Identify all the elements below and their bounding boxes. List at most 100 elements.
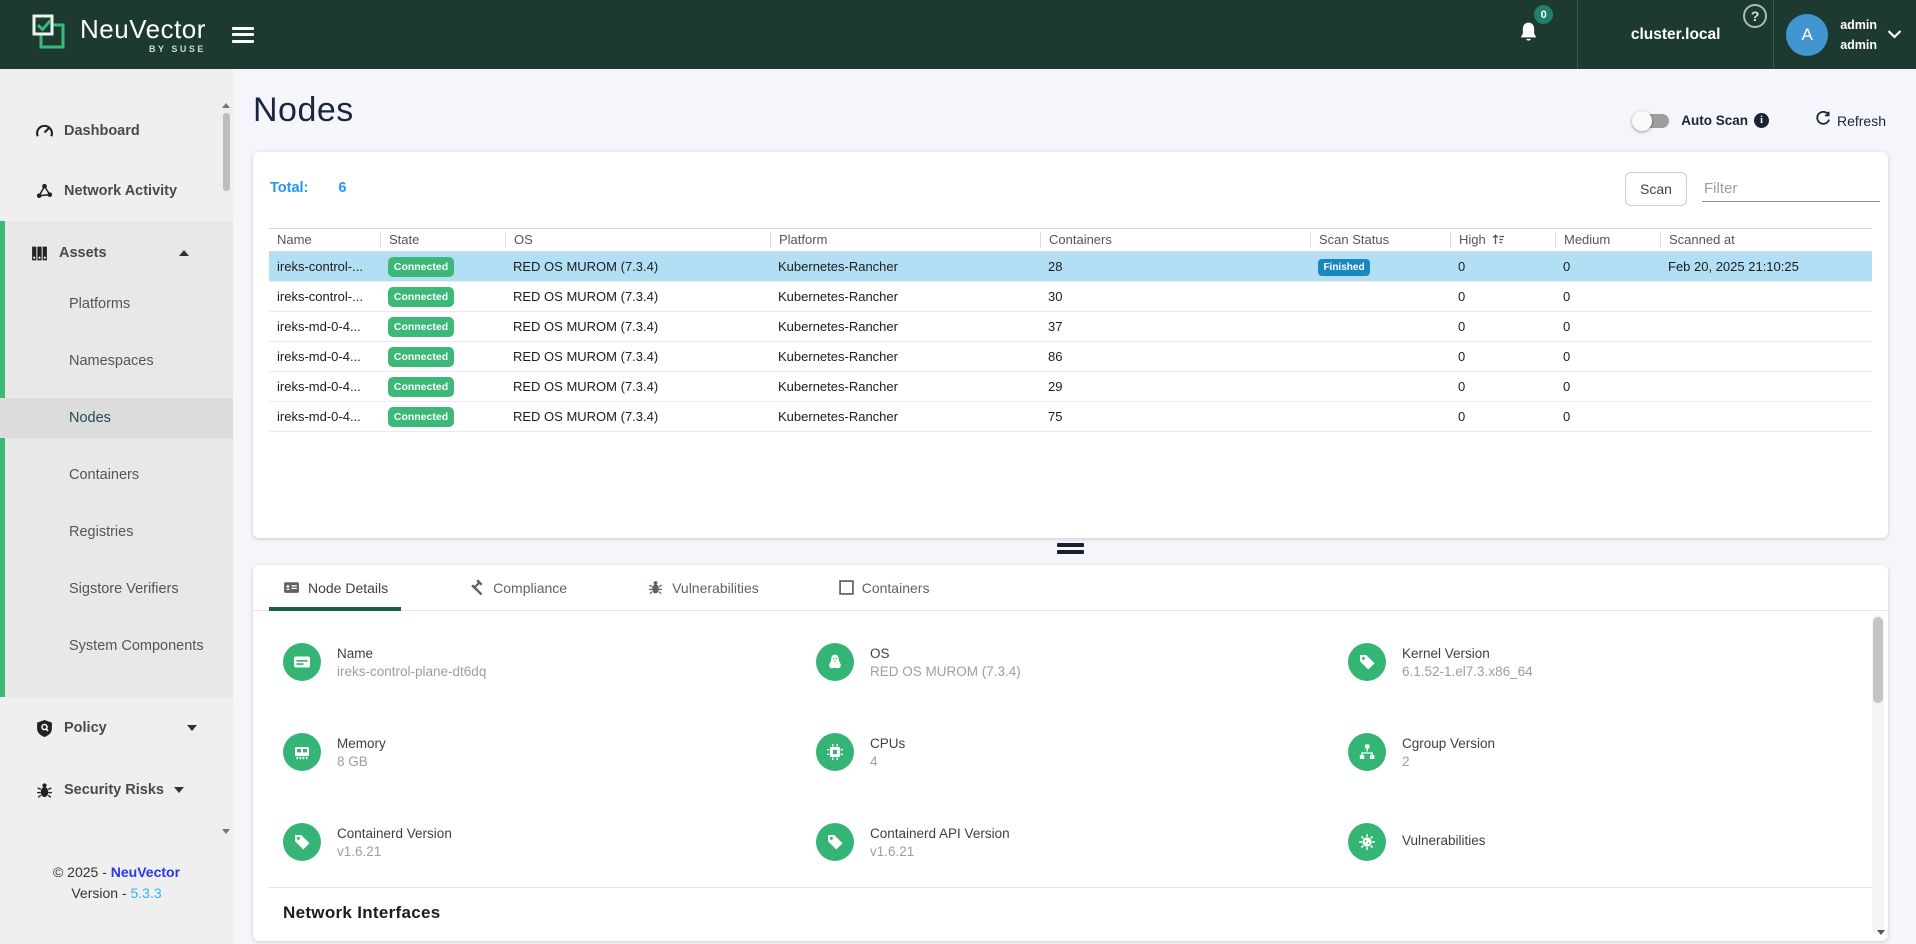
hamburger-menu-icon[interactable] <box>232 23 254 46</box>
sidebar-item-registries[interactable]: Registries <box>0 512 233 552</box>
column-header-medium[interactable]: Medium <box>1555 232 1660 248</box>
sidebar-scroll-up-icon[interactable] <box>222 103 230 108</box>
column-header-state[interactable]: State <box>380 232 505 248</box>
detail-value: 6.1.52-1.el7.3.x86_64 <box>1402 664 1533 679</box>
node-name: ireks-md-0-4... <box>269 349 380 364</box>
table-row[interactable]: ireks-md-0-4... Connected RED OS MUROM (… <box>269 342 1872 372</box>
bell-icon <box>1516 32 1541 49</box>
column-header-platform[interactable]: Platform <box>770 232 1040 248</box>
sidebar-item-security-risks[interactable]: Security Risks <box>0 768 233 812</box>
notifications-button[interactable]: 0 <box>1516 19 1541 50</box>
sidebar-scrollbar[interactable] <box>223 113 230 191</box>
detail-containerd-api-version: Containerd API Versionv1.6.21 <box>816 823 1010 861</box>
detail-kernel-version: Kernel Version6.1.52-1.el7.3.x86_64 <box>1348 643 1533 681</box>
sidebar-item-assets[interactable]: Assets <box>0 231 228 275</box>
refresh-label: Refresh <box>1837 113 1886 129</box>
node-os: RED OS MUROM (7.3.4) <box>505 319 770 334</box>
tab-compliance[interactable]: Compliance <box>468 579 567 596</box>
column-header-name[interactable]: Name <box>269 232 380 248</box>
tab-vulnerabilities[interactable]: Vulnerabilities <box>647 579 759 596</box>
network-interfaces-heading: Network Interfaces <box>283 903 441 923</box>
panel-scrollbar-track[interactable] <box>1872 615 1884 933</box>
brand-name: NeuVector <box>80 16 206 42</box>
sidebar-item-platforms[interactable]: Platforms <box>0 284 233 324</box>
neuvector-logo[interactable]: NeuVector BY SUSE <box>30 12 206 57</box>
node-os: RED OS MUROM (7.3.4) <box>505 409 770 424</box>
section-divider <box>269 887 1872 888</box>
column-header-scan-status[interactable]: Scan Status <box>1310 232 1450 248</box>
user-menu[interactable]: A admin admin <box>1786 14 1902 56</box>
tag-icon <box>816 823 854 861</box>
node-containers: 30 <box>1040 289 1310 304</box>
node-name: ireks-control-... <box>269 289 380 304</box>
table-row[interactable]: ireks-md-0-4... Connected RED OS MUROM (… <box>269 402 1872 432</box>
nodes-table: Name State OS Platform Containers Scan S… <box>269 228 1872 432</box>
detail-label: Memory <box>337 736 386 751</box>
node-high: 0 <box>1450 379 1555 394</box>
node-medium: 0 <box>1555 379 1660 394</box>
column-header-high[interactable]: High <box>1450 232 1555 248</box>
panel-resize-handle[interactable] <box>1057 543 1084 557</box>
node-high: 0 <box>1450 259 1555 274</box>
security-risks-bug-icon <box>34 781 54 800</box>
detail-label: Containerd API Version <box>870 826 1010 841</box>
assets-archive-icon <box>29 244 49 263</box>
filter-input[interactable] <box>1702 176 1880 202</box>
detail-label: OS <box>870 646 1021 661</box>
panel-scrollbar-thumb[interactable] <box>1873 617 1883 703</box>
tab-label: Compliance <box>493 580 567 596</box>
node-medium: 0 <box>1555 409 1660 424</box>
node-containers: 37 <box>1040 319 1310 334</box>
sidebar-item-dashboard[interactable]: Dashboard <box>0 109 233 153</box>
id-card-icon <box>283 643 321 681</box>
sidebar-scroll-down-icon[interactable] <box>222 829 230 834</box>
panel-scroll-down-icon[interactable] <box>1877 930 1885 935</box>
sidebar-item-sigstore-verifiers[interactable]: Sigstore Verifiers <box>0 569 233 609</box>
copyright-line: © 2025 - NeuVector <box>0 864 233 880</box>
column-header-os[interactable]: OS <box>505 232 770 248</box>
cpu-chip-icon <box>816 733 854 771</box>
sidebar-item-network-activity[interactable]: Network Activity <box>0 169 233 213</box>
auto-scan-toggle[interactable] <box>1635 114 1669 128</box>
detail-value: 4 <box>870 754 905 769</box>
sidebar-item-namespaces[interactable]: Namespaces <box>0 341 233 381</box>
refresh-icon <box>1815 111 1837 130</box>
sidebar-item-label: Assets <box>59 245 107 261</box>
sidebar-item-containers[interactable]: Containers <box>0 455 233 495</box>
sidebar-item-label: Namespaces <box>69 353 154 369</box>
tab-label: Containers <box>862 580 930 596</box>
node-os: RED OS MUROM (7.3.4) <box>505 349 770 364</box>
header-divider <box>1773 0 1774 69</box>
info-icon: i <box>1754 113 1769 128</box>
column-header-scanned-at[interactable]: Scanned at <box>1660 232 1872 248</box>
virus-icon <box>1348 823 1386 861</box>
help-icon[interactable]: ? <box>1743 4 1767 28</box>
scan-button[interactable]: Scan <box>1625 172 1687 206</box>
table-row[interactable]: ireks-md-0-4... Connected RED OS MUROM (… <box>269 312 1872 342</box>
neuvector-link[interactable]: NeuVector <box>111 864 180 880</box>
table-row[interactable]: ireks-md-0-4... Connected RED OS MUROM (… <box>269 372 1872 402</box>
version-link[interactable]: 5.3.3 <box>131 885 162 901</box>
table-row[interactable]: ireks-control-... Connected RED OS MUROM… <box>269 252 1872 282</box>
node-name: ireks-control-... <box>269 259 380 274</box>
sidebar-item-system-components[interactable]: System Components <box>0 626 233 666</box>
table-row[interactable]: ireks-control-... Connected RED OS MUROM… <box>269 282 1872 312</box>
sidebar-item-policy[interactable]: Policy <box>0 706 233 750</box>
gavel-icon <box>468 579 485 596</box>
tab-node-details[interactable]: Node Details <box>283 579 388 596</box>
node-containers: 29 <box>1040 379 1310 394</box>
policy-shield-icon <box>34 719 54 738</box>
column-header-label: High <box>1459 232 1486 247</box>
node-containers: 86 <box>1040 349 1310 364</box>
tab-containers[interactable]: Containers <box>839 580 930 596</box>
brand-subtitle: BY SUSE <box>80 44 206 54</box>
state-badge: Connected <box>388 287 454 307</box>
page-title: Nodes <box>253 91 354 130</box>
total-count: 6 <box>338 180 346 196</box>
column-header-containers[interactable]: Containers <box>1040 232 1310 248</box>
app-header: NeuVector BY SUSE 0 cluster.local ? A ad… <box>0 0 1916 69</box>
details-tab-bar: Node Details Compliance Vulnerabilities … <box>253 565 1888 611</box>
refresh-button[interactable]: Refresh <box>1815 111 1886 130</box>
sidebar-item-nodes[interactable]: Nodes <box>0 398 233 438</box>
detail-label: Name <box>337 646 486 661</box>
